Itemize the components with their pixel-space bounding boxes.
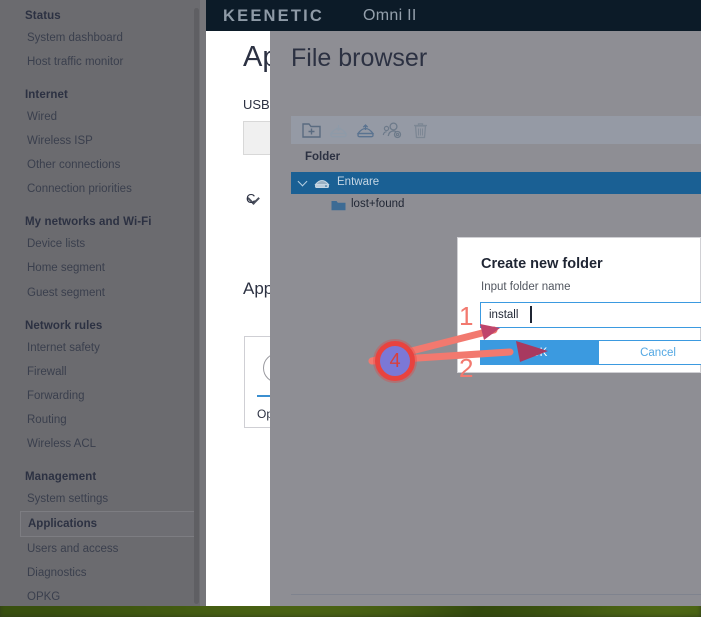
sidebar-item-device-lists[interactable]: Device lists (0, 232, 200, 256)
dialog-subtitle: Input folder name (481, 281, 571, 293)
device-model-label: Omni II (363, 7, 417, 24)
sidebar-navigation: Status System dashboard Host traffic monit… (0, 0, 200, 606)
sidebar-group-spacer (0, 305, 200, 318)
column-header-folder: Folder (305, 151, 341, 163)
accordion-section-header[interactable]: C (246, 191, 255, 206)
sidebar-item-opkg[interactable]: OPKG (0, 585, 200, 606)
chevron-down-icon[interactable] (297, 176, 308, 187)
file-browser-title: File browser (291, 44, 428, 72)
upload-from-disk-icon[interactable] (353, 119, 378, 141)
sidebar-group-title: Network rules (25, 319, 103, 332)
usb-section-label: USB (243, 97, 270, 112)
sidebar-group: Internet Wired Wireless ISP Other connectio… (0, 87, 200, 214)
sidebar-group-title: My networks and Wi-Fi (25, 216, 152, 229)
app-header: KEENETIC Omni II (206, 0, 701, 31)
row-label: lost+found (351, 198, 405, 210)
sidebar-group-title: Internet (25, 89, 68, 102)
sidebar-group: Network rules Internet safety Firewall Forw… (0, 318, 200, 469)
sidebar-item-guest-segment[interactable]: Guest segment (0, 281, 200, 305)
cancel-button[interactable]: Cancel (598, 340, 701, 365)
folder-icon (331, 199, 346, 217)
sidebar-group-list: Status System dashboard Host traffic monit… (0, 8, 200, 606)
sidebar-item-connection-priorities[interactable]: Connection priorities (0, 177, 200, 201)
permissions-icon[interactable] (380, 119, 405, 141)
sidebar-item-applications[interactable]: Applications (20, 510, 195, 537)
new-folder-icon[interactable] (299, 119, 324, 141)
sidebar-item-wireless-isp[interactable]: Wireless ISP (0, 129, 200, 153)
file-browser-divider (291, 594, 701, 595)
sidebar-item-internet-safety[interactable]: Internet safety (0, 336, 200, 360)
folder-name-input[interactable] (480, 302, 701, 328)
file-browser-column-header: Folder (291, 144, 701, 172)
table-row[interactable]: lost+found (291, 196, 701, 216)
sidebar-group-title: Management (25, 470, 97, 483)
ok-button[interactable]: OK (480, 340, 598, 365)
sidebar-item-forwarding[interactable]: Forwarding (0, 384, 200, 408)
sidebar-item-wired[interactable]: Wired (0, 105, 200, 129)
sidebar-item-firewall[interactable]: Firewall (0, 360, 200, 384)
dialog-title: Create new folder (481, 256, 603, 272)
sidebar-scrollbar[interactable] (194, 8, 199, 604)
sidebar-group-spacer (0, 201, 200, 214)
disk-icon (314, 176, 330, 195)
sidebar-item-system-dashboard[interactable]: System dashboard (0, 26, 200, 50)
sidebar-item-diagnostics[interactable]: Diagnostics (0, 561, 200, 585)
file-browser-toolbar (291, 116, 701, 144)
delete-icon[interactable] (408, 119, 433, 141)
create-folder-dialog: Create new folder Input folder name OK C… (457, 237, 701, 373)
sidebar-group: Status System dashboard Host traffic monit… (0, 8, 200, 87)
sidebar-item-home-segment[interactable]: Home segment (0, 256, 200, 280)
sidebar-group-spacer (0, 74, 200, 87)
router-web-interface: Status System dashboard Host traffic monit… (0, 0, 701, 606)
table-row[interactable]: Entware (291, 172, 701, 194)
text-caret (530, 306, 532, 323)
sidebar-group: Management System settings Applications Use… (0, 469, 200, 606)
sidebar-group: My networks and Wi-Fi Device lists Home se… (0, 214, 200, 317)
sidebar-item-host-traffic-monitor[interactable]: Host traffic monitor (0, 50, 200, 74)
sidebar-item-wireless-acl[interactable]: Wireless ACL (0, 432, 200, 456)
sidebar-item-users-and-access[interactable]: Users and access (0, 537, 200, 561)
sidebar-item-other-connections[interactable]: Other connections (0, 153, 200, 177)
sidebar-group-spacer (0, 456, 200, 469)
sidebar-item-routing[interactable]: Routing (0, 408, 200, 432)
download-to-disk-icon[interactable] (326, 119, 351, 141)
sidebar-group-title: Status (25, 10, 61, 22)
brand-logo: KEENETIC (223, 7, 325, 25)
row-label: Entware (337, 176, 380, 188)
sidebar-item-system-settings[interactable]: System settings (0, 487, 200, 511)
